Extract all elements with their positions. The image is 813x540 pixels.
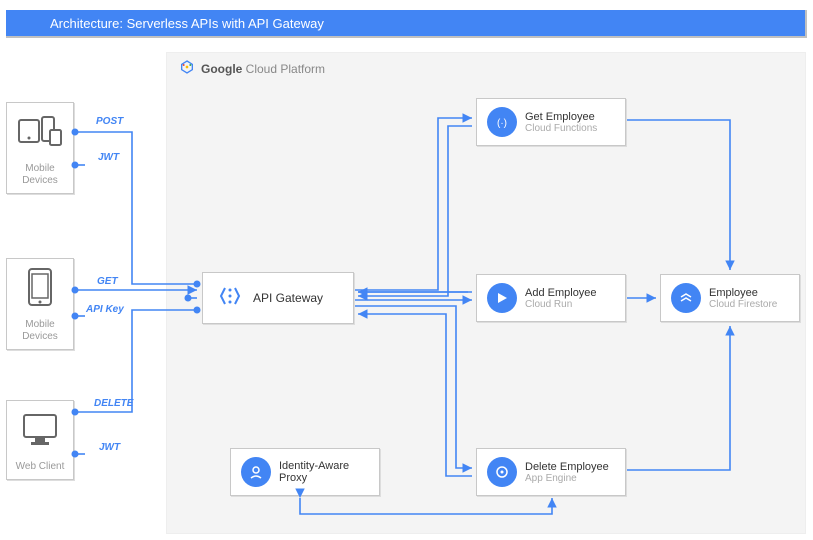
service-iap: Identity-Aware Proxy [230,448,380,496]
gcp-label: Google Cloud Platform [201,62,325,76]
client-mobile-devices-2: Mobile Devices [6,258,74,350]
title-bar: Architecture: Serverless APIs with API G… [6,10,807,38]
mobile-devices-icon [7,103,73,159]
edge-auth-jwt-2: JWT [99,442,120,453]
firestore-icon [671,283,701,313]
api-gateway-icon [217,283,243,314]
service-name: Employee [709,287,777,299]
gcp-logo-icon [179,59,195,78]
service-api-gateway: API Gateway [202,272,354,324]
service-subtitle: Cloud Run [525,299,597,310]
iap-icon [241,457,271,487]
gcp-header: Google Cloud Platform [179,59,325,78]
service-subtitle: Cloud Firestore [709,299,777,310]
service-subtitle: App Engine [525,473,609,484]
mobile-phone-icon [7,259,73,315]
client-web: Web Client [6,400,74,480]
client-label: Mobile Devices [7,159,73,193]
service-name: Add Employee [525,287,597,299]
service-name: Delete Employee [525,461,609,473]
web-client-icon [7,401,73,457]
service-name: Get Employee [525,111,597,123]
service-name: Identity-Aware Proxy [279,460,369,484]
service-subtitle: Cloud Functions [525,123,597,134]
service-add-employee: Add Employee Cloud Run [476,274,626,322]
cloud-functions-icon: (·) [487,107,517,137]
service-get-employee: (·) Get Employee Cloud Functions [476,98,626,146]
edge-verb-get: GET [97,276,118,287]
service-delete-employee: Delete Employee App Engine [476,448,626,496]
service-firestore: Employee Cloud Firestore [660,274,800,322]
title-text: Architecture: Serverless APIs with API G… [50,16,324,31]
service-name: API Gateway [253,291,323,305]
svg-text:(·): (·) [497,118,507,129]
client-label: Web Client [7,457,73,479]
edge-auth-apikey: API Key [86,304,124,315]
edge-auth-jwt-1: JWT [98,152,119,163]
client-label: Mobile Devices [7,315,73,349]
cloud-run-icon [487,283,517,313]
app-engine-icon [487,457,517,487]
edge-verb-post: POST [96,116,123,127]
client-mobile-devices-1: Mobile Devices [6,102,74,194]
edge-verb-delete: DELETE [94,398,133,409]
